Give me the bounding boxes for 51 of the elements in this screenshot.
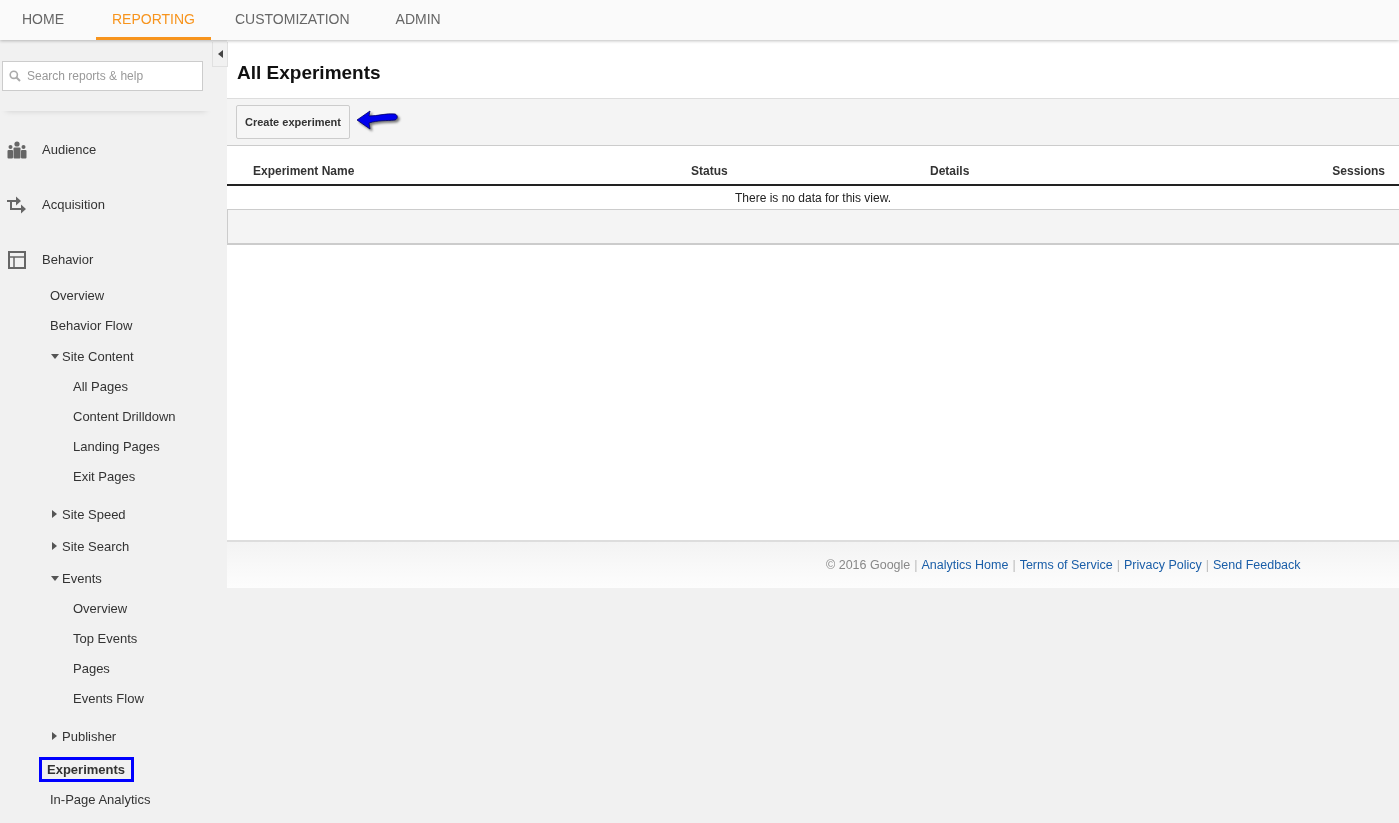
caret-left-icon	[217, 50, 223, 58]
nav-item[interactable]: Site Content	[62, 348, 134, 364]
separator: |	[914, 558, 918, 572]
footer-link[interactable]: Analytics Home	[921, 558, 1009, 572]
nav-item[interactable]: Pages	[0, 654, 212, 684]
nav-item[interactable]: All Pages	[0, 372, 212, 402]
nav-tab[interactable]: HOME	[0, 0, 84, 40]
separator: |	[1116, 558, 1120, 572]
copyright-text: © 2016 Google	[826, 558, 911, 572]
column-header: Status	[691, 164, 729, 178]
column-header: Details	[930, 164, 971, 178]
nav-item[interactable]: Content Drilldown	[0, 402, 212, 432]
arrow-icon	[356, 109, 398, 131]
caret-right-icon[interactable]	[52, 542, 57, 550]
nav-section[interactable]: Behavior	[42, 252, 94, 267]
footer-link[interactable]: Terms of Service	[1019, 558, 1113, 572]
nav-item[interactable]: Behavior Flow	[50, 317, 133, 333]
nav-item[interactable]: Events Flow	[0, 684, 212, 714]
nav-item[interactable]: Publisher	[62, 728, 117, 744]
nav-item[interactable]: Events	[62, 570, 102, 586]
create-experiment-button[interactable]: Create experiment	[236, 105, 350, 139]
caret-down-icon[interactable]	[51, 353, 59, 359]
footer-link[interactable]: Privacy Policy	[1123, 558, 1202, 572]
nav-section[interactable]: Audience	[42, 142, 97, 157]
nav-item[interactable]: Exit Pages	[0, 462, 212, 492]
nav-section[interactable]: Acquisition	[42, 197, 105, 212]
caret-right-icon[interactable]	[52, 732, 57, 740]
caret-down-icon[interactable]	[51, 575, 59, 581]
column-header: Experiment Name	[253, 164, 356, 178]
nav-tab[interactable]: ADMIN	[373, 0, 463, 40]
nav-item[interactable]: Top Events	[0, 624, 212, 654]
nav-item[interactable]: Overview	[50, 287, 105, 303]
empty-message: There is no data for this view.	[734, 190, 892, 205]
arrows-icon	[7, 194, 27, 215]
nav-item[interactable]: In-Page Analytics	[50, 791, 151, 807]
layout-icon	[8, 250, 26, 269]
page-title: All Experiments	[236, 61, 382, 85]
search-field[interactable]: Search reports & help	[2, 61, 203, 91]
nav-item[interactable]: Landing Pages	[0, 432, 212, 462]
nav-item[interactable]: Site Search	[62, 538, 130, 554]
people-icon	[7, 140, 27, 159]
separator: |	[1205, 558, 1209, 572]
separator: |	[1012, 558, 1016, 572]
caret-right-icon[interactable]	[52, 510, 57, 518]
column-header: Sessions	[1332, 164, 1385, 178]
collapse-button[interactable]	[212, 42, 228, 67]
footer-link[interactable]: Send Feedback	[1213, 558, 1301, 572]
nav-item[interactable]: Site Speed	[62, 506, 126, 522]
nav-item[interactable]: Overview	[0, 594, 212, 624]
nav-item[interactable]: Experiments	[39, 756, 135, 782]
nav-tab[interactable]: CUSTOMIZATION	[211, 0, 374, 40]
